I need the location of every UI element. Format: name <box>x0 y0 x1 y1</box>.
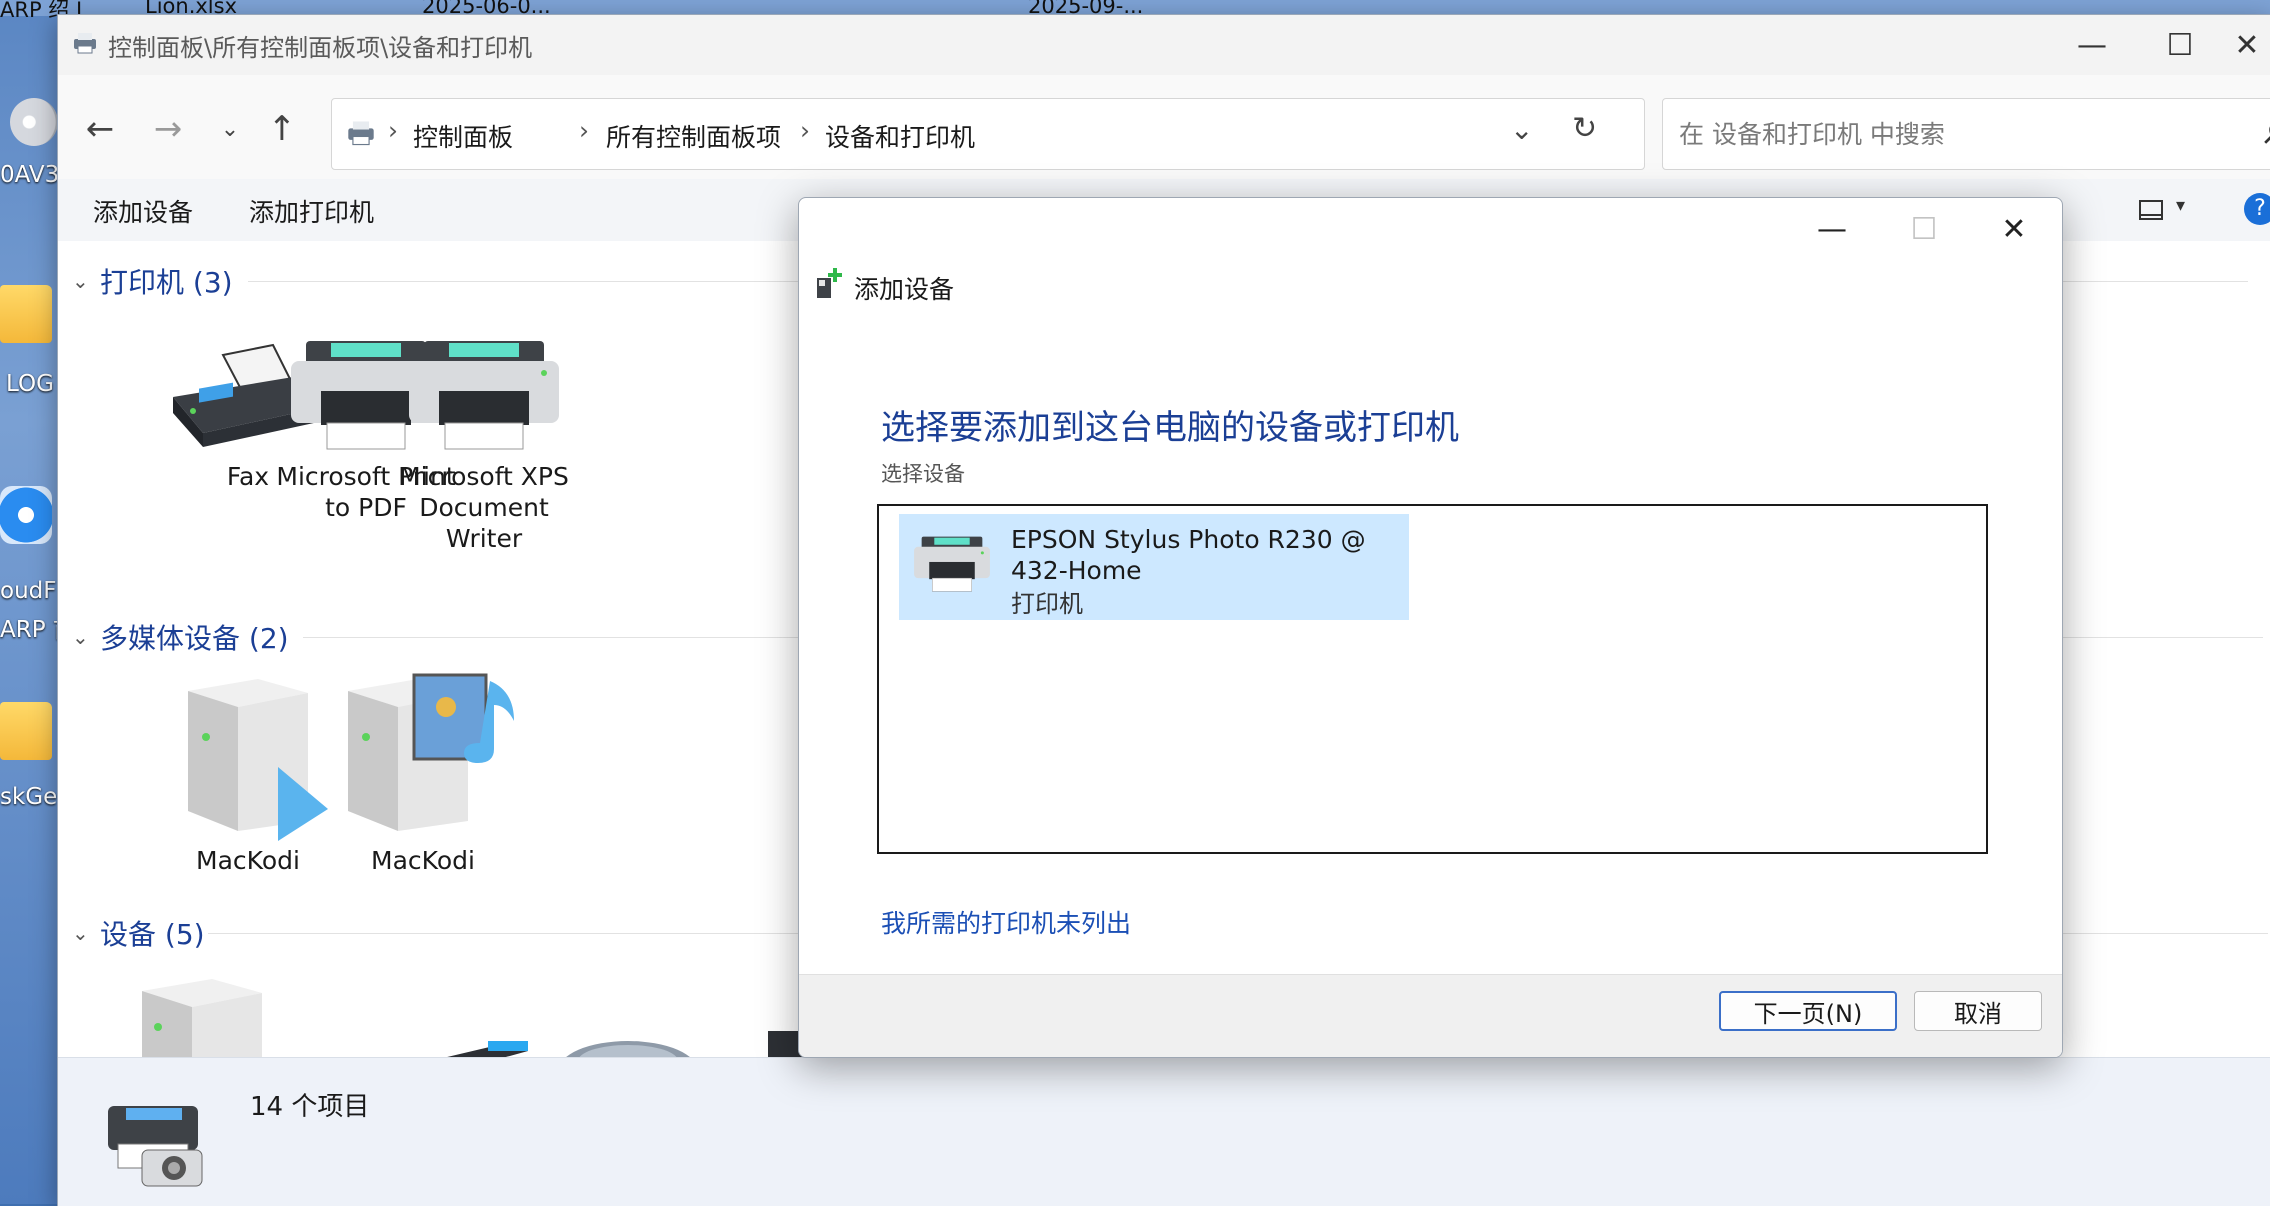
printer-icon <box>348 121 374 146</box>
add-device-button[interactable]: 添加设备 <box>93 193 193 229</box>
printer-not-listed-link[interactable]: 我所需的打印机未列出 <box>881 904 1131 940</box>
folder-icon <box>0 702 52 760</box>
printer-icon <box>74 33 96 54</box>
breadcrumb-devices-printers[interactable]: 设备和打印机 <box>825 118 975 154</box>
add-device-dialog: — ☐ ✕ 添加设备 选择要添加到这台电脑的设备或打印机 选择设备 EPSON … <box>798 197 2063 1058</box>
disc-icon <box>10 98 58 146</box>
address-toolbar: ← → ⌄ ↑ › 控制面板 › 所有控制面板项 › 设备和打印机 ⌄ ↻ <box>58 75 2270 179</box>
device-mackodi[interactable]: MacKodi <box>148 671 348 876</box>
media-server-icon <box>188 679 328 841</box>
add-printer-button[interactable]: 添加打印机 <box>249 193 374 229</box>
help-icon[interactable]: ? <box>2244 193 2270 225</box>
forward-button[interactable]: → <box>144 105 192 153</box>
collapse-chevron-icon: ⌄ <box>72 921 89 945</box>
dialog-subtitle: 选择设备 <box>881 462 965 486</box>
add-device-icon <box>817 268 842 298</box>
group-header-devices[interactable]: ⌄ 设备 (5) <box>72 913 205 953</box>
dialog-minimize-button[interactable]: — <box>1787 206 1877 252</box>
search-input[interactable] <box>1677 113 2221 155</box>
device-name: EPSON Stylus Photo R230 @ 432-Home <box>1011 525 1366 585</box>
desktop-icon-caption: oudF <box>0 578 57 604</box>
desktop-icon-caption: LOG <box>6 371 54 397</box>
address-bar[interactable]: › 控制面板 › 所有控制面板项 › 设备和打印机 ⌄ ↻ <box>331 98 1645 170</box>
view-options-icon[interactable] <box>2138 199 2164 221</box>
search-icon[interactable] <box>2263 119 2270 145</box>
dialog-close-button[interactable]: ✕ <box>1969 206 2059 252</box>
list-item-epson-printer[interactable]: EPSON Stylus Photo R230 @ 432-Home 打印机 <box>899 514 1409 620</box>
desktop-safari-icon[interactable]: oudF ARP 首 <box>0 486 76 643</box>
window-titlebar[interactable]: 控制面板\所有控制面板项\设备和打印机 — ☐ ✕ <box>58 15 2270 75</box>
close-button[interactable]: ✕ <box>2224 15 2270 75</box>
printer-icon <box>409 341 559 450</box>
media-library-icon <box>348 673 514 831</box>
group-header-multimedia[interactable]: ⌄ 多媒体设备 (2) <box>72 617 289 657</box>
device-label: Microsoft XPS Document Writer <box>399 462 569 553</box>
search-box <box>1662 98 2270 170</box>
device-label: MacKodi <box>196 846 300 875</box>
recent-locations-chevron-icon[interactable]: ⌄ <box>206 105 254 153</box>
compass-icon <box>0 486 52 544</box>
item-count: 14 个项目 <box>250 1092 370 1122</box>
group-title: 多媒体设备 (2) <box>100 622 289 655</box>
desktop-folder-icon[interactable]: LOG <box>0 285 58 397</box>
folder-icon <box>0 285 52 343</box>
back-button[interactable]: ← <box>76 105 124 153</box>
breadcrumb-separator-icon: › <box>800 116 810 145</box>
dialog-footer: 下一页(N) 取消 <box>799 974 2062 1057</box>
dialog-maximize-button: ☐ <box>1910 211 1938 247</box>
desktop-disc-icon[interactable]: 0AV3 <box>0 68 59 188</box>
device-label: MacKodi <box>371 846 475 875</box>
printer-camera-icon <box>108 1106 203 1187</box>
cancel-button[interactable]: 取消 <box>1914 991 2042 1031</box>
minimize-button[interactable]: — <box>2048 15 2136 75</box>
computer-tower-icon[interactable] <box>122 971 282 1071</box>
breadcrumb-separator-icon: › <box>388 116 398 145</box>
breadcrumb-separator-icon: › <box>579 116 589 145</box>
status-bar: 14 个项目 <box>58 1057 2270 1206</box>
device-mackodi-media[interactable]: MacKodi <box>348 671 514 876</box>
desktop-icon-caption: 0AV3 <box>0 162 60 188</box>
collapse-chevron-icon: ⌄ <box>72 625 89 649</box>
dialog-heading: 选择要添加到这台电脑的设备或打印机 <box>881 408 1459 448</box>
dialog-title: 添加设备 <box>854 275 955 304</box>
address-dropdown-chevron-icon[interactable]: ⌄ <box>1510 113 1533 146</box>
breadcrumb-control-panel[interactable]: 控制面板 <box>413 118 513 154</box>
printer-icon <box>914 536 990 592</box>
maximize-button[interactable]: ☐ <box>2136 15 2224 75</box>
next-button[interactable]: 下一页(N) <box>1719 991 1897 1031</box>
refresh-icon[interactable]: ↻ <box>1572 111 1597 146</box>
desktop-folder-icon-2[interactable]: skGe <box>0 702 58 810</box>
window-title: 控制面板\所有控制面板项\设备和打印机 <box>108 34 533 62</box>
group-header-printers[interactable]: ⌄ 打印机 (3) <box>72 261 233 301</box>
device-microsoft-xps-writer[interactable]: Microsoft XPS Document Writer <box>384 337 584 554</box>
device-list[interactable]: EPSON Stylus Photo R230 @ 432-Home 打印机 <box>877 504 1988 854</box>
desktop-icon-caption: skGe <box>0 784 58 810</box>
view-dropdown-chevron-icon[interactable]: ▾ <box>2176 195 2185 216</box>
group-title: 打印机 (3) <box>100 266 233 299</box>
collapse-chevron-icon: ⌄ <box>72 269 89 293</box>
breadcrumb-all-items[interactable]: 所有控制面板项 <box>606 118 781 154</box>
device-type: 打印机 <box>1011 590 1083 618</box>
group-title: 设备 (5) <box>100 918 205 951</box>
up-button[interactable]: ↑ <box>258 105 306 153</box>
